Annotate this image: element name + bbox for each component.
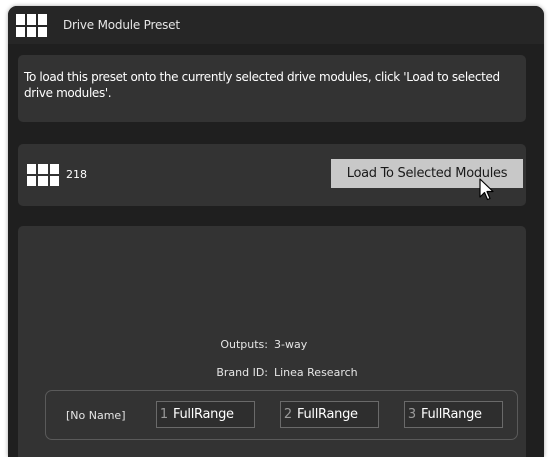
preset-number: 218 xyxy=(66,168,87,181)
output-index: 2 xyxy=(283,407,293,422)
output-name: FullRange xyxy=(173,407,234,422)
outputs-label: Outputs: xyxy=(220,338,268,351)
output-field-3[interactable]: 3 FullRange xyxy=(404,401,503,428)
title-bar[interactable]: Drive Module Preset xyxy=(8,6,544,44)
brand-id-label: Brand ID: xyxy=(216,366,268,379)
output-name: FullRange xyxy=(297,407,358,422)
output-field-2[interactable]: 2 FullRange xyxy=(280,401,379,428)
grid-icon xyxy=(16,14,47,37)
drive-module-preset-window: Drive Module Preset To load this preset … xyxy=(8,6,544,457)
output-index: 3 xyxy=(407,407,417,422)
preset-panel: 218 Load To Selected Modules xyxy=(18,144,526,206)
info-panel: To load this preset onto the currently s… xyxy=(18,55,526,122)
outputs-box: [No Name] 1 FullRange 2 FullRange 3 Full… xyxy=(45,390,518,440)
module-name: [No Name] xyxy=(66,409,126,422)
brand-id-value: Linea Research xyxy=(274,366,358,379)
outputs-value: 3-way xyxy=(274,338,308,351)
output-index: 1 xyxy=(159,407,169,422)
mouse-pointer-icon xyxy=(479,178,494,201)
window-title: Drive Module Preset xyxy=(63,18,180,32)
output-field-1[interactable]: 1 FullRange xyxy=(156,401,255,428)
grid-icon xyxy=(27,164,59,186)
output-name: FullRange xyxy=(421,407,482,422)
details-panel: Outputs: 3-way Brand ID: Linea Research … xyxy=(18,226,526,457)
info-text: To load this preset onto the currently s… xyxy=(24,70,500,100)
